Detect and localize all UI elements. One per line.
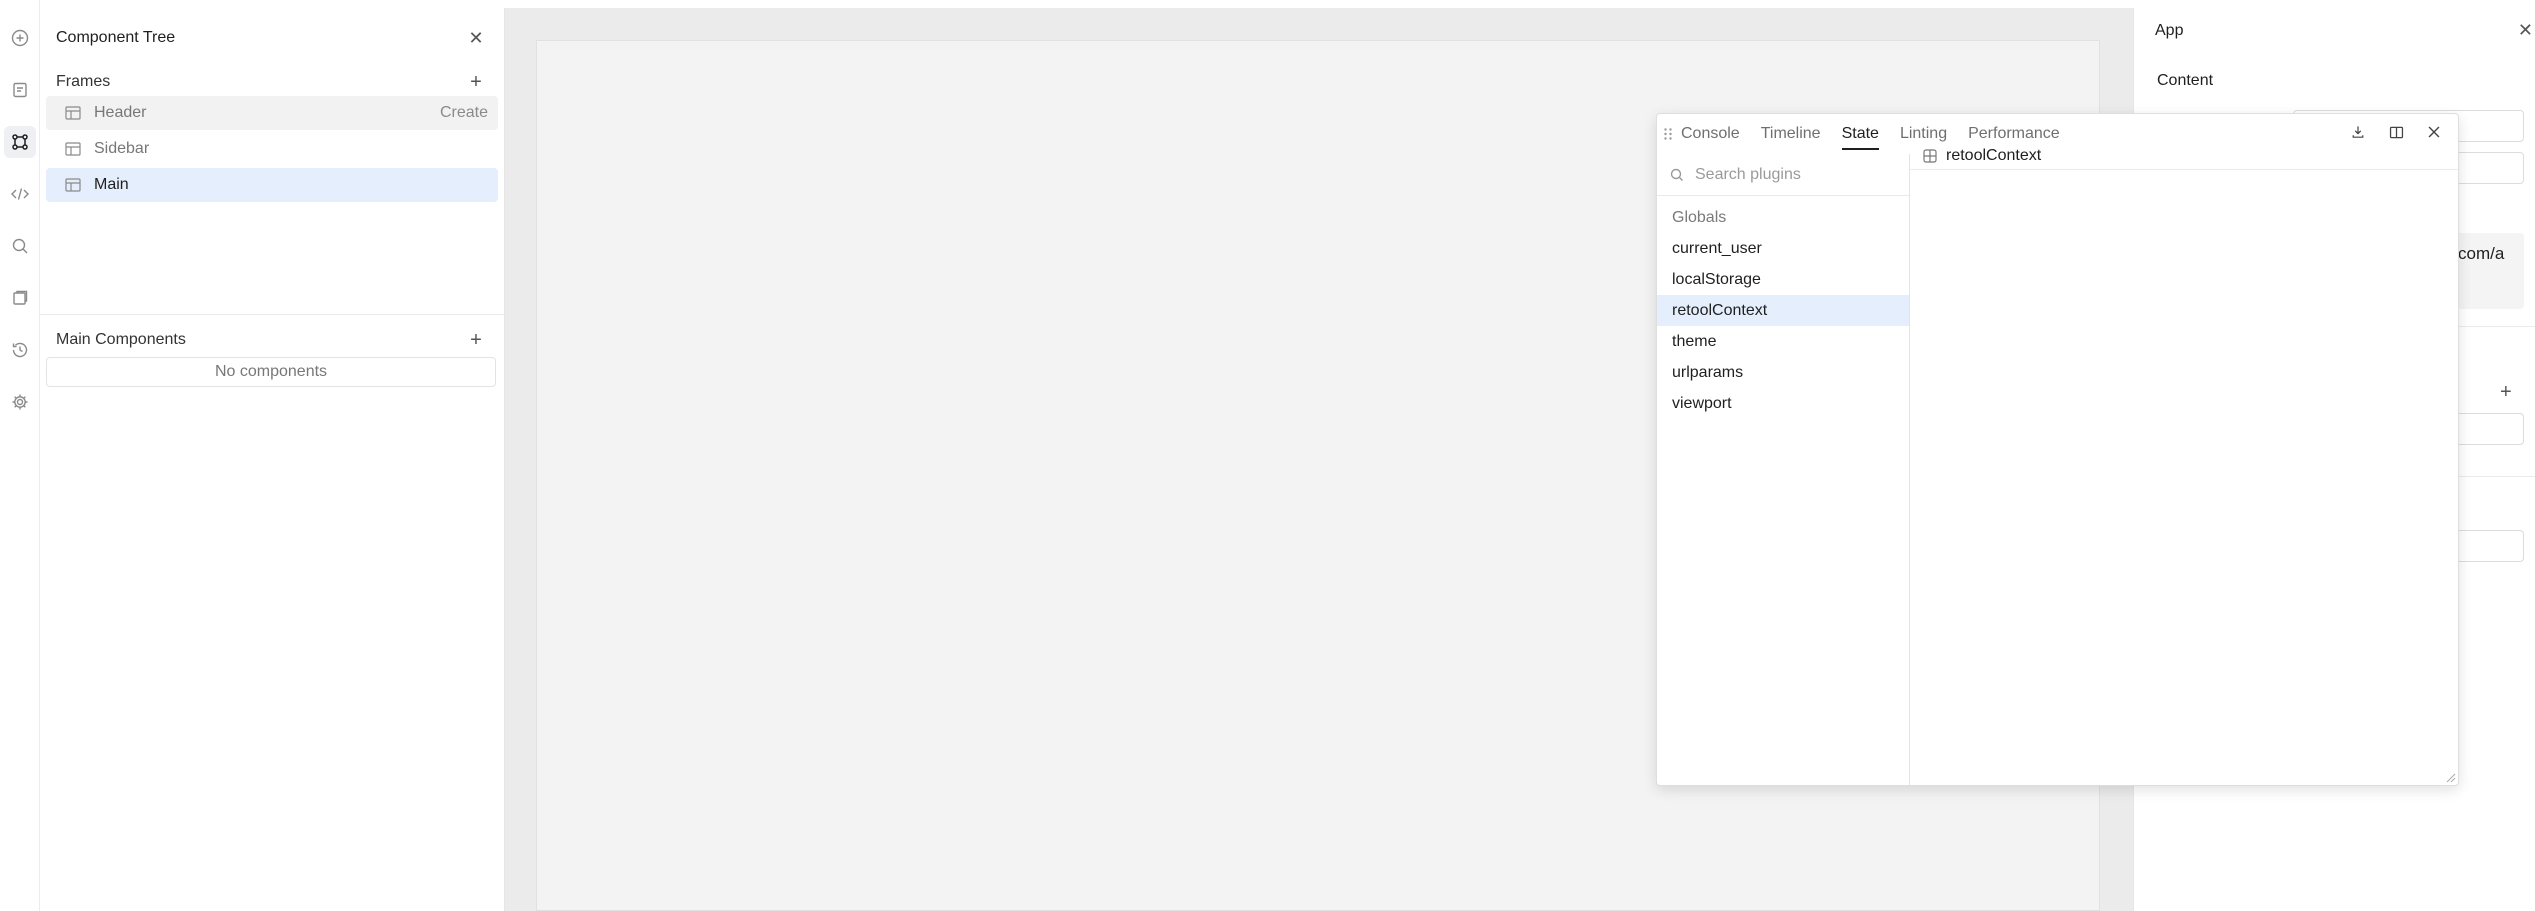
frame-row-sidebar[interactable]: Sidebar bbox=[46, 132, 498, 166]
settings-icon[interactable] bbox=[4, 386, 36, 418]
search-icon[interactable] bbox=[4, 230, 36, 262]
component-tree-header: Component Tree ✕ bbox=[56, 18, 488, 58]
close-icon[interactable]: ✕ bbox=[464, 26, 488, 50]
plugin-list-pane: Globals current_user localStorage retool… bbox=[1657, 154, 1910, 785]
download-icon[interactable] bbox=[2348, 122, 2368, 142]
content-label: Content bbox=[2157, 72, 2214, 89]
close-icon[interactable]: ✕ bbox=[2518, 20, 2533, 41]
inspector-title: App bbox=[2155, 22, 2184, 39]
tab-state[interactable]: State bbox=[1841, 114, 1880, 154]
search-icon bbox=[1670, 168, 1683, 181]
plugin-search bbox=[1657, 154, 1909, 196]
divider bbox=[40, 314, 504, 315]
frames-label: Frames bbox=[56, 73, 111, 90]
frame-label: Sidebar bbox=[94, 140, 150, 157]
history-icon[interactable] bbox=[4, 334, 36, 366]
add-frame-icon[interactable]: + bbox=[464, 70, 488, 94]
list-item[interactable]: current_user bbox=[1657, 233, 1909, 264]
frame-row-main[interactable]: Main bbox=[46, 168, 498, 202]
main-components-label: Main Components bbox=[56, 331, 186, 348]
object-icon bbox=[1923, 148, 1937, 163]
close-icon[interactable] bbox=[2424, 122, 2444, 142]
frame-label: Main bbox=[94, 176, 129, 193]
code-icon[interactable] bbox=[4, 178, 36, 210]
component-tree-title: Component Tree bbox=[56, 29, 176, 46]
resize-handle-icon[interactable] bbox=[2444, 771, 2456, 783]
state-detail-header: retoolContext bbox=[1910, 142, 2458, 170]
list-item[interactable]: theme bbox=[1657, 326, 1909, 357]
state-detail-pane: retoolContext bbox=[1910, 142, 2458, 785]
component-tree-icon[interactable] bbox=[4, 126, 36, 158]
plugin-list: Globals current_user localStorage retool… bbox=[1657, 202, 1909, 419]
debug-panel: Console Timeline State Linting Performan… bbox=[1656, 113, 2459, 786]
frame-label: Header bbox=[94, 104, 147, 121]
frame-icon bbox=[65, 142, 81, 156]
globals-group-label: Globals bbox=[1672, 208, 1727, 226]
add-icon[interactable]: + bbox=[2500, 381, 2512, 404]
create-frame-button[interactable]: Create bbox=[440, 104, 488, 122]
tab-console[interactable]: Console bbox=[1681, 114, 1740, 154]
component-tree-panel: Component Tree ✕ Frames + Header Create … bbox=[40, 8, 505, 911]
pages-icon[interactable] bbox=[4, 74, 36, 106]
list-item[interactable]: viewport bbox=[1657, 388, 1909, 419]
list-item[interactable]: urlparams bbox=[1657, 357, 1909, 388]
add-component-icon[interactable]: + bbox=[464, 328, 488, 352]
debug-actions bbox=[2348, 122, 2444, 142]
list-item[interactable]: localStorage bbox=[1657, 264, 1909, 295]
drag-handle-icon[interactable] bbox=[1663, 127, 1673, 141]
no-components-placeholder: No components bbox=[46, 357, 496, 387]
dock-icon[interactable] bbox=[2386, 122, 2406, 142]
frames-section-header: Frames + bbox=[56, 66, 488, 98]
query-library-icon[interactable] bbox=[4, 282, 36, 314]
frame-icon bbox=[65, 106, 81, 120]
main-components-header: Main Components + bbox=[56, 324, 488, 356]
add-icon[interactable] bbox=[4, 22, 36, 54]
url-preview-text: com/a bbox=[2458, 244, 2505, 263]
frame-row-header[interactable]: Header Create bbox=[46, 96, 498, 130]
tab-timeline[interactable]: Timeline bbox=[1761, 114, 1821, 154]
left-icon-rail bbox=[0, 0, 40, 911]
list-item[interactable]: retoolContext bbox=[1657, 295, 1909, 326]
search-plugins-input[interactable] bbox=[1695, 165, 1895, 184]
state-detail-title: retoolContext bbox=[1946, 146, 2042, 164]
frame-icon bbox=[65, 178, 81, 192]
